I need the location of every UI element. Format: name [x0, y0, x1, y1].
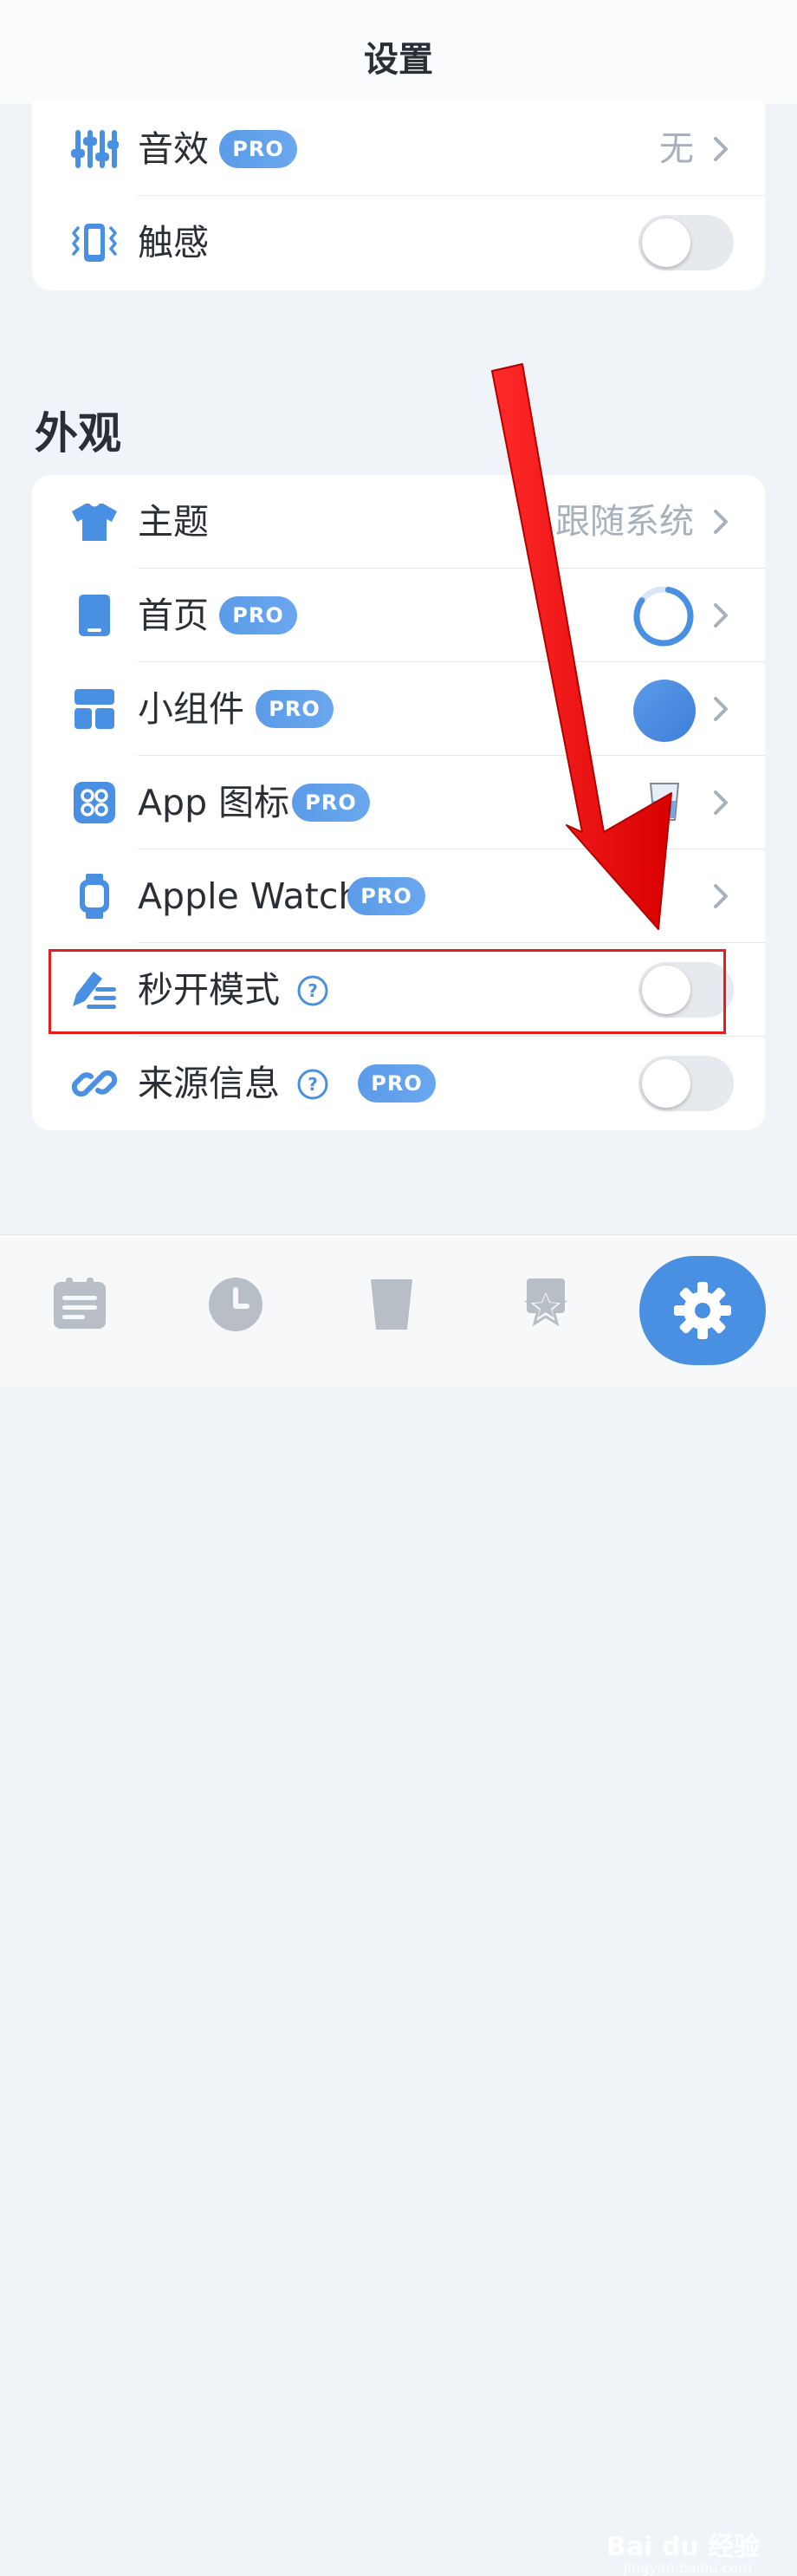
- link-icon: [67, 1056, 122, 1111]
- widget-grid-icon: [67, 681, 122, 737]
- pro-badge: PRO: [358, 1064, 436, 1103]
- tab-history[interactable]: [201, 1270, 270, 1339]
- equalizer-icon: [67, 121, 122, 177]
- color-swatch: [633, 680, 696, 742]
- theme-row[interactable]: 主题 跟随系统: [32, 475, 765, 569]
- source-info-toggle[interactable]: [638, 1056, 734, 1111]
- theme-value: 跟随系统: [555, 502, 694, 542]
- sound-effects-row[interactable]: 音效 PRO 无: [32, 102, 765, 196]
- nav-header: 设置: [0, 0, 797, 104]
- list-icon: [54, 1278, 106, 1329]
- help-icon[interactable]: ?: [297, 1069, 328, 1100]
- tab-achievements[interactable]: [511, 1270, 580, 1339]
- section-title-appearance: 外观: [35, 408, 121, 459]
- haptics-label: 触感: [138, 222, 209, 263]
- vibration-phone-icon: [67, 215, 122, 270]
- star-icon: [524, 1278, 567, 1327]
- haptics-row: 触感: [32, 196, 765, 289]
- pro-badge: PRO: [219, 596, 297, 634]
- tab-drink[interactable]: [357, 1270, 426, 1339]
- gear-icon: [674, 1282, 731, 1339]
- tab-settings[interactable]: [639, 1256, 766, 1365]
- baidu-watermark: Bai du 经验: [606, 2532, 761, 2562]
- widgets-row[interactable]: 小组件 PRO: [32, 662, 765, 756]
- baidu-watermark-url: jingyan.baidu.com: [624, 2560, 752, 2576]
- pro-badge: PRO: [219, 130, 297, 168]
- haptics-toggle[interactable]: [638, 215, 734, 270]
- chevron-right-icon: [714, 137, 728, 161]
- toggle-knob: [642, 1059, 690, 1108]
- toggle-knob: [642, 218, 690, 267]
- pro-badge: PRO: [292, 784, 370, 822]
- watch-icon: [67, 868, 122, 924]
- tab-bar: Bai du 经验 jingyan.baidu.com: [0, 1234, 797, 2576]
- sound-card: 音效 PRO 无 触感: [32, 102, 765, 290]
- source-info-row: 来源信息 ? PRO: [32, 1037, 765, 1130]
- tab-list[interactable]: [45, 1270, 114, 1339]
- app-icon-row[interactable]: App 图标 PRO: [32, 756, 765, 849]
- chevron-right-icon: [714, 884, 728, 908]
- chevron-right-icon: [714, 697, 728, 721]
- glass-icon: [649, 783, 680, 821]
- svg-text:?: ?: [308, 1074, 318, 1095]
- apple-watch-row[interactable]: Apple Watch PRO: [32, 849, 765, 943]
- source-info-label: 来源信息: [138, 1063, 280, 1104]
- app-grid-icon: [67, 775, 122, 830]
- widgets-label: 小组件: [138, 688, 244, 730]
- pro-badge: PRO: [347, 877, 425, 915]
- tshirt-icon: [67, 494, 122, 550]
- tablet-icon: [67, 588, 122, 643]
- home-row[interactable]: 首页 PRO: [32, 569, 765, 662]
- app-icon-label: App 图标: [138, 782, 290, 823]
- cup-icon: [371, 1279, 412, 1330]
- progress-ring-icon: [633, 586, 694, 647]
- sound-effects-label: 音效: [138, 128, 209, 170]
- apple-watch-label: Apple Watch: [138, 875, 361, 917]
- sound-effects-value: 无: [659, 129, 694, 169]
- chevron-right-icon: [714, 790, 728, 815]
- highlight-box: [49, 949, 726, 1034]
- clock-icon: [209, 1278, 262, 1331]
- page-title: 设置: [364, 40, 433, 80]
- theme-label: 主题: [138, 501, 209, 543]
- home-label: 首页: [138, 595, 209, 636]
- chevron-right-icon: [714, 603, 728, 628]
- pro-badge: PRO: [256, 690, 334, 728]
- chevron-right-icon: [714, 510, 728, 534]
